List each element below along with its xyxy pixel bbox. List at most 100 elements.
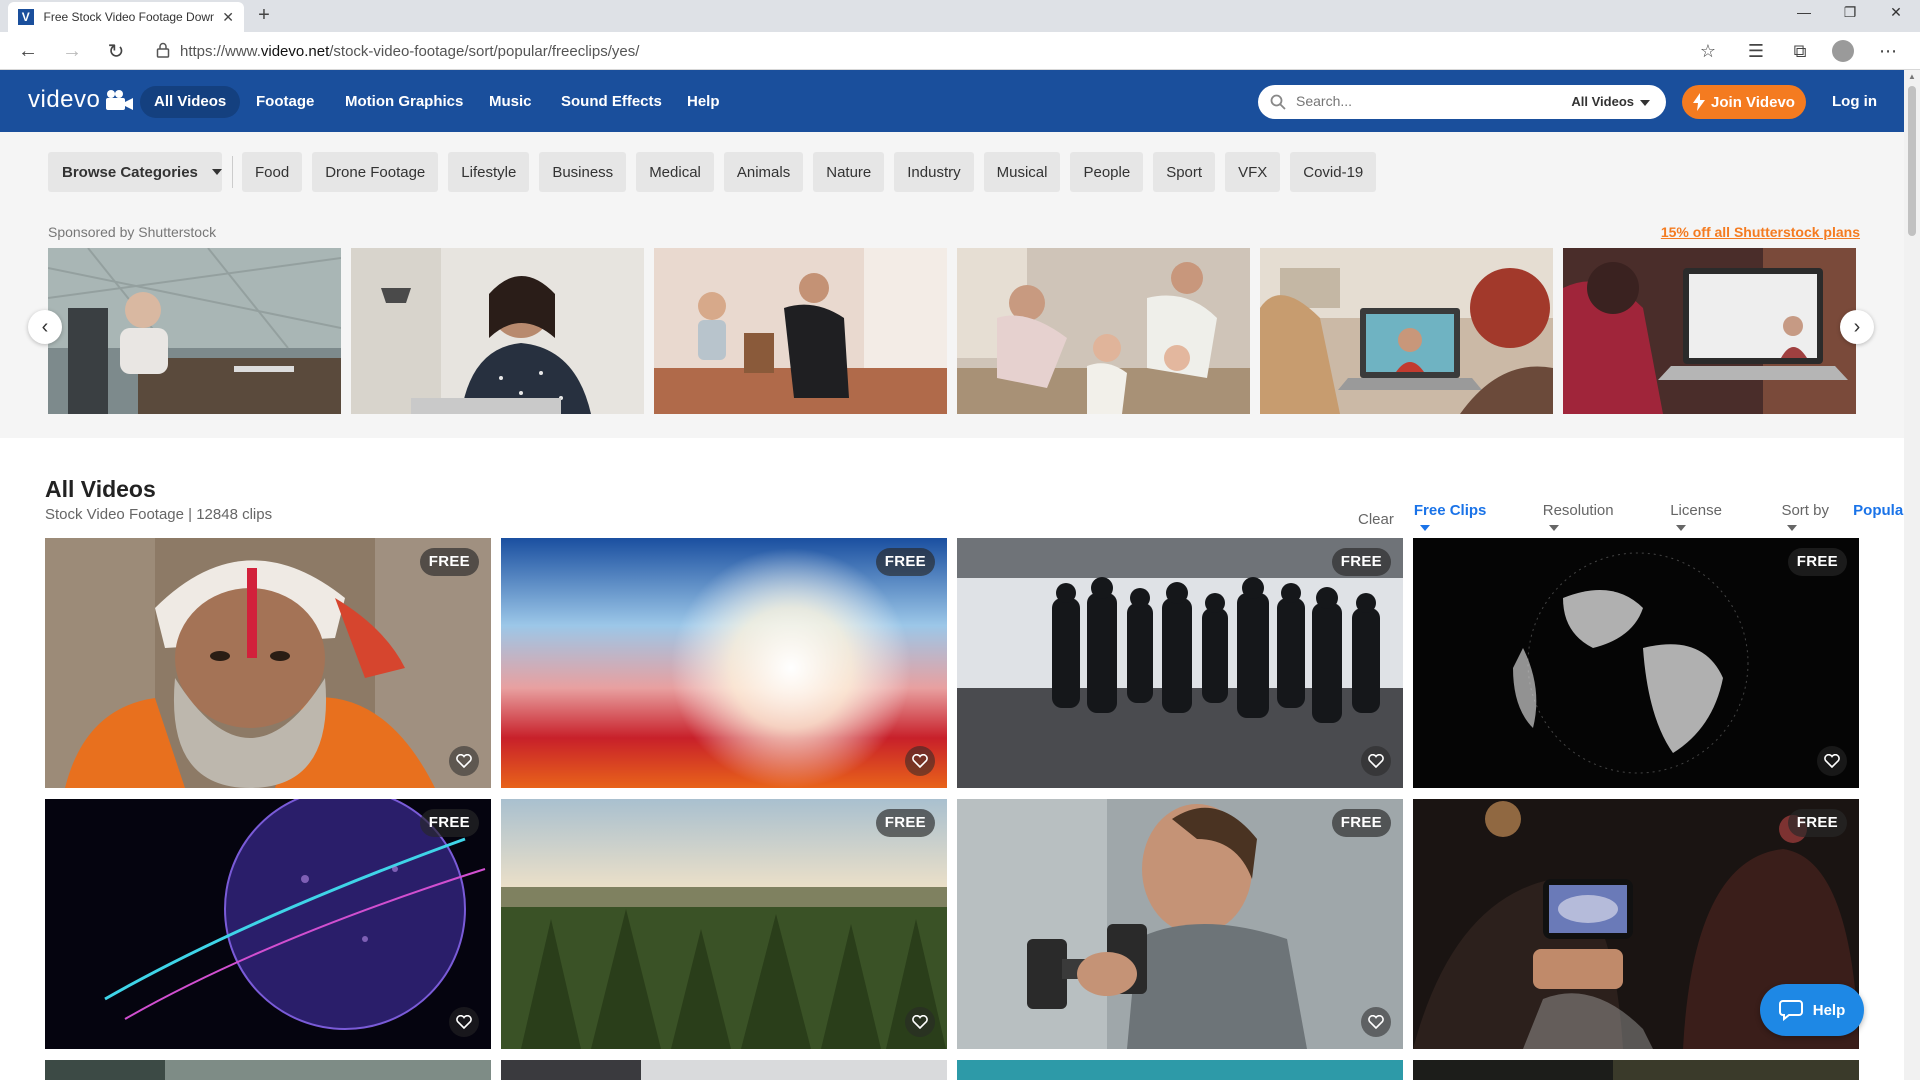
search-scope-dropdown[interactable]: All Videos [1571, 94, 1650, 109]
favorite-heart-icon[interactable] [905, 1007, 935, 1037]
chip-medical[interactable]: Medical [636, 152, 714, 192]
video-card[interactable]: FREE [1413, 538, 1859, 788]
video-card[interactable]: FREE [501, 538, 947, 788]
video-card[interactable]: FREE [501, 799, 947, 1049]
more-menu-icon[interactable]: ⋯ [1874, 38, 1902, 64]
scrollbar-thumb[interactable] [1908, 86, 1916, 236]
video-card[interactable]: FREE [957, 799, 1403, 1049]
resolution-filter[interactable]: Resolution [1543, 502, 1650, 536]
sort-value: Popular [1853, 502, 1909, 519]
video-thumbnail [957, 538, 1403, 788]
profile-avatar-icon[interactable] [1832, 40, 1854, 62]
restore-icon[interactable]: ❐ [1830, 4, 1870, 21]
free-clips-label: Free Clips [1413, 502, 1487, 519]
chip-sport[interactable]: Sport [1153, 152, 1216, 192]
nav-music[interactable]: Music [475, 86, 546, 118]
search-scope-label: All Videos [1571, 94, 1634, 109]
free-badge: FREE [1787, 809, 1847, 837]
favorites-list-icon[interactable]: ☰ [1742, 38, 1770, 64]
favorite-star-icon[interactable]: ☆ [1694, 38, 1722, 64]
category-section: Browse Categories Food Drone Footage Lif… [0, 132, 1904, 438]
chevron-down-icon [1419, 525, 1430, 532]
clear-filters-button[interactable]: Clear [1358, 511, 1394, 528]
video-thumbnail [1413, 538, 1859, 788]
video-card[interactable]: FREE [45, 538, 491, 788]
carousel-next-chevron-right-icon[interactable]: › [1840, 310, 1874, 344]
favorite-heart-icon[interactable] [1361, 746, 1391, 776]
search-box: All Videos [1258, 85, 1666, 119]
sponsored-image[interactable] [957, 248, 1250, 414]
help-label: Help [1812, 1001, 1846, 1019]
carousel-prev-chevron-left-icon[interactable]: ‹ [28, 310, 62, 344]
browse-categories-label: Browse Categories [62, 163, 198, 181]
shutterstock-promo-link[interactable]: 15% off all Shutterstock plans [1661, 224, 1860, 240]
back-icon[interactable]: ← [14, 38, 42, 64]
chip-covid-19[interactable]: Covid-19 [1290, 152, 1377, 192]
join-label: Join Videvo [1711, 93, 1795, 111]
free-badge: FREE [875, 548, 935, 576]
search-input[interactable] [1296, 93, 1566, 109]
browse-categories-button[interactable]: Browse Categories [48, 152, 222, 192]
chip-business[interactable]: Business [539, 152, 627, 192]
chip-animals[interactable]: Animals [723, 152, 804, 192]
video-thumbnail [501, 799, 947, 1049]
join-videvo-button[interactable]: Join Videvo [1682, 85, 1806, 119]
videvo-logo[interactable]: videvo [28, 86, 134, 114]
video-thumbnail[interactable] [45, 1060, 491, 1080]
favorite-heart-icon[interactable] [1361, 1007, 1391, 1037]
favorite-heart-icon[interactable] [1817, 746, 1847, 776]
scroll-up-icon[interactable]: ▲ [1908, 72, 1916, 81]
sponsored-image[interactable] [1563, 248, 1856, 414]
help-chat-button[interactable]: Help [1760, 984, 1864, 1036]
video-thumbnail [45, 538, 491, 788]
nav-help[interactable]: Help [673, 86, 734, 118]
new-tab-icon[interactable]: + [252, 4, 276, 27]
video-thumbnail[interactable] [501, 1060, 947, 1080]
clip-count: Stock Video Footage | 12848 clips [45, 506, 273, 523]
collections-icon[interactable]: ⧉ [1786, 38, 1814, 64]
sponsored-image[interactable] [654, 248, 947, 414]
chip-people[interactable]: People [1070, 152, 1144, 192]
login-link[interactable]: Log in [1832, 93, 1877, 110]
sponsored-image[interactable] [351, 248, 644, 414]
nav-footage[interactable]: Footage [242, 86, 328, 118]
sort-dropdown[interactable]: Sort by Popular [1781, 502, 1920, 536]
browser-tab[interactable]: V Free Stock Video Footage Downl ✕ [8, 2, 244, 32]
videvo-favicon-icon: V [18, 9, 34, 25]
chip-lifestyle[interactable]: Lifestyle [448, 152, 530, 192]
video-thumbnail[interactable] [957, 1060, 1403, 1080]
minimize-icon[interactable]: — [1784, 4, 1824, 20]
favorite-heart-icon[interactable] [905, 746, 935, 776]
chip-industry[interactable]: Industry [894, 152, 974, 192]
video-card[interactable]: FREE [45, 799, 491, 1049]
chip-musical[interactable]: Musical [983, 152, 1061, 192]
chevron-down-icon [1548, 525, 1559, 532]
window-close-icon[interactable]: ✕ [1876, 4, 1916, 21]
nav-all-videos[interactable]: All Videos [140, 86, 241, 118]
page-scrollbar[interactable]: ▲ [1904, 70, 1920, 1080]
forward-icon[interactable]: → [58, 38, 86, 64]
close-tab-icon[interactable]: ✕ [222, 9, 234, 26]
video-card[interactable]: FREE [957, 538, 1403, 788]
page-title: All Videos [45, 476, 156, 502]
free-badge: FREE [1331, 548, 1391, 576]
video-grid-next-row [45, 1060, 1859, 1080]
chip-vfx[interactable]: VFX [1225, 152, 1281, 192]
chip-nature[interactable]: Nature [813, 152, 885, 192]
nav-motion-graphics[interactable]: Motion Graphics [331, 86, 477, 118]
chip-drone-footage[interactable]: Drone Footage [312, 152, 439, 192]
free-badge: FREE [1787, 548, 1847, 576]
reload-icon[interactable]: ↻ [102, 38, 130, 64]
chip-food[interactable]: Food [242, 152, 303, 192]
favorite-heart-icon[interactable] [449, 1007, 479, 1037]
nav-sound-effects[interactable]: Sound Effects [547, 86, 676, 118]
free-clips-filter[interactable]: Free Clips [1414, 502, 1523, 536]
divider [232, 156, 233, 188]
license-filter[interactable]: License [1670, 502, 1761, 536]
favorite-heart-icon[interactable] [449, 746, 479, 776]
video-thumbnail[interactable] [1413, 1060, 1859, 1080]
free-badge: FREE [419, 809, 479, 837]
sponsored-image[interactable] [48, 248, 341, 414]
sponsored-image[interactable] [1260, 248, 1553, 414]
url-bar[interactable]: https://www.videvo.net/stock-video-foota… [180, 43, 639, 60]
